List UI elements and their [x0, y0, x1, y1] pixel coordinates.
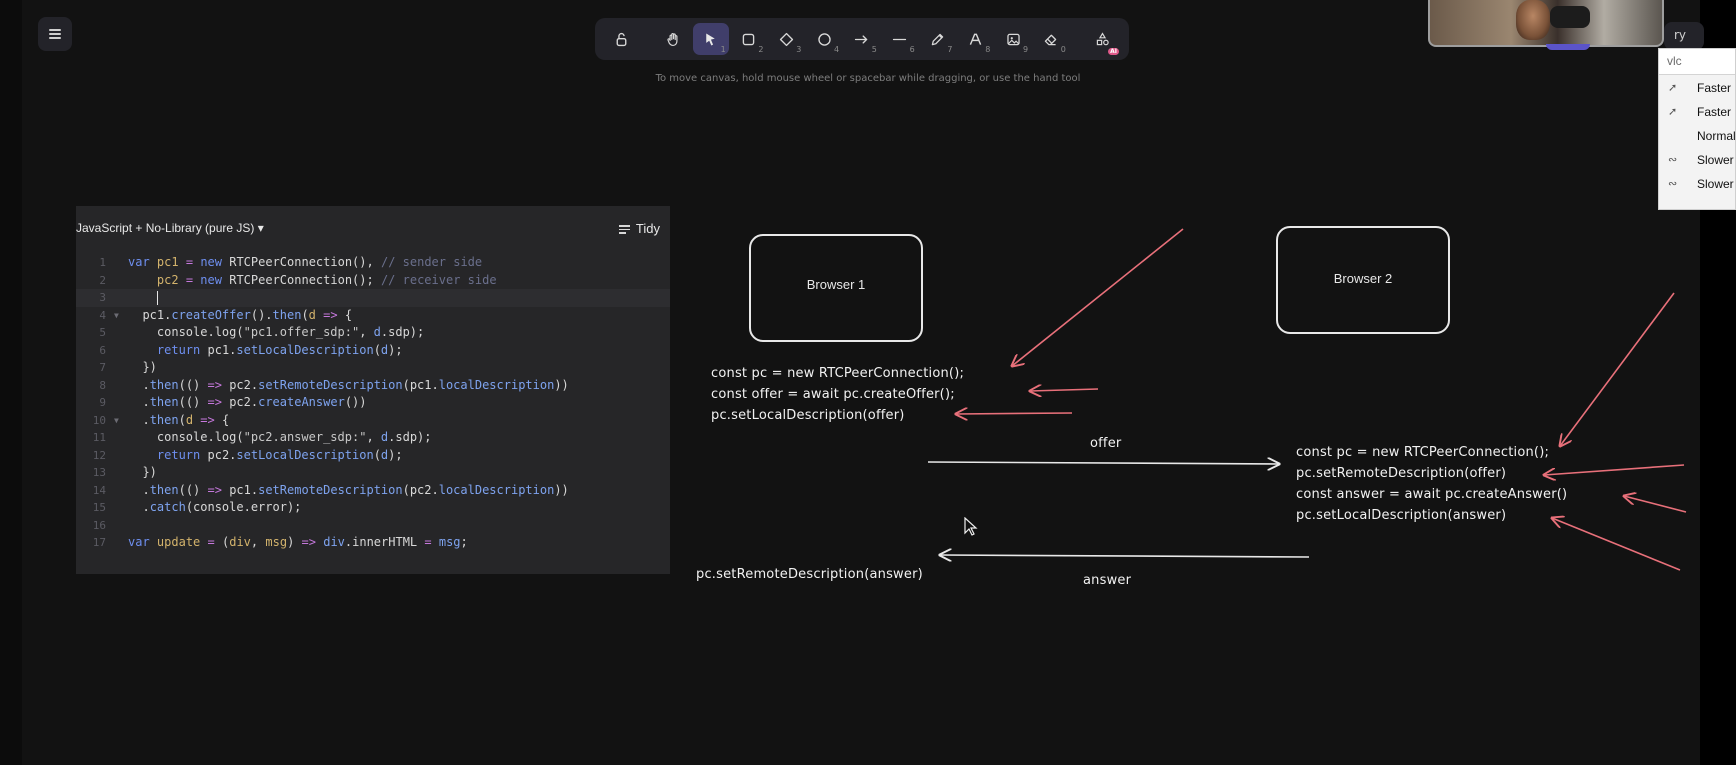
answer-label[interactable]: answer: [1083, 573, 1131, 588]
editor-header: JavaScript + No-Library (pure JS) ▾ Tidy: [76, 206, 670, 250]
offer-code-line[interactable]: pc.setLocalDescription(offer): [711, 408, 905, 423]
arrow-icon: [855, 34, 869, 44]
code-line: 6 return pc1.setLocalDescription(d);: [99, 342, 403, 357]
text-icon: [969, 33, 982, 45]
rectangle-tool-button[interactable]: 2: [731, 23, 767, 55]
menu-item-faster[interactable]: ➚ Faster: [1659, 75, 1735, 99]
line-tool-button[interactable]: 6: [882, 23, 918, 55]
line-icon: [893, 38, 907, 40]
ellipse-tool-button[interactable]: 4: [806, 23, 842, 55]
slower-fine-icon: ∾: [1668, 154, 1678, 166]
annotation-arrow: [1030, 389, 1099, 391]
share-button[interactable]: [1546, 44, 1590, 50]
tools-toolbar: 1 2 3 4 5 6 7 8 9 0 AI: [595, 18, 1129, 60]
image-tool-button[interactable]: 9: [995, 23, 1031, 55]
lock-tool-button[interactable]: [604, 23, 640, 55]
ai-badge: AI: [1108, 48, 1119, 55]
menu-item-slower[interactable]: ∾ Slower: [1659, 171, 1735, 195]
selection-icon: [706, 33, 716, 45]
slower-icon: ∾: [1668, 178, 1678, 190]
code-lines: 1 var pc1 = new RTCPeerConnection(), // s…: [76, 254, 670, 552]
code-line: 17 var update = (div, msg) => div.innerHT…: [92, 535, 468, 549]
dropdown-caret-icon: ▾: [257, 221, 264, 235]
browser-2-label: Browser 2: [1333, 271, 1393, 286]
code-line: 13 }): [92, 465, 157, 479]
arrow-tool-button[interactable]: 5: [844, 23, 880, 55]
more-tools-button[interactable]: AI: [1084, 23, 1120, 55]
offer-arrow: [927, 462, 1279, 464]
code-line: 9 .then(() => pc2.createAnswer()): [99, 395, 367, 409]
webcam-overlay: [1428, 0, 1664, 47]
menu-item-normal-speed[interactable]: Normal Speed: [1659, 123, 1735, 147]
hand-tool-button[interactable]: [655, 23, 691, 55]
hand-icon: [666, 32, 677, 46]
annotation-arrow: [1544, 464, 1685, 475]
faster-fine-icon: ➚: [1668, 106, 1678, 118]
faster-icon: ➚: [1668, 82, 1678, 94]
rectangle-icon: [742, 33, 755, 45]
fold-arrow-icon: ▼: [114, 310, 119, 320]
fold-arrow-icon: ▼: [114, 415, 119, 425]
offer-label[interactable]: offer: [1090, 436, 1121, 451]
eraser-icon: [1045, 34, 1057, 45]
menu-item-slower-fine[interactable]: ∾Slower (fine): [1659, 147, 1735, 171]
answer-code-line[interactable]: pc.setLocalDescription(answer): [1296, 508, 1506, 523]
vlc-speed-menu: vlc ➚Faster ➚Faster (fine) Normal Speed …: [1658, 48, 1736, 210]
main-menu-button[interactable]: [38, 17, 72, 51]
ellipse-icon: [817, 32, 831, 46]
code-line: 10 ▼ .then(d => {: [76, 412, 670, 430]
answer-code-line[interactable]: pc.setRemoteDescription(offer): [1296, 466, 1506, 481]
code-line: 1 var pc1 = new RTCPeerConnection(), // s…: [99, 255, 483, 269]
tidy-icon: [618, 223, 630, 236]
code-line: 15 .catch(console.error);: [92, 500, 302, 514]
diamond-icon: [779, 32, 794, 46]
menu-item-faster-fine[interactable]: ➚Faster (fine): [1659, 99, 1735, 123]
code-line-current: 3: [76, 289, 670, 307]
code-editor[interactable]: JavaScript + No-Library (pure JS) ▾ Tidy…: [76, 206, 670, 574]
browser-2-box[interactable]: Browser 2: [1276, 226, 1450, 334]
text-tool-button[interactable]: 8: [957, 23, 993, 55]
code-line: 2 pc2 = new RTCPeerConnection(); // rece…: [99, 272, 497, 287]
code-line: 4 ▼ pc1.createOffer().then(d => {: [76, 307, 670, 325]
browser-1-box[interactable]: Browser 1: [749, 234, 923, 342]
pencil-icon: [931, 33, 944, 45]
language-selector[interactable]: JavaScript + No-Library (pure JS) ▾: [76, 221, 264, 235]
left-frame: [0, 0, 22, 765]
more-tools-icon: [1096, 31, 1109, 45]
code-line: 12 return pc2.setLocalDescription(d);: [92, 447, 403, 462]
library-button[interactable]: ry: [1664, 22, 1704, 50]
vlc-search-field[interactable]: vlc: [1659, 49, 1735, 75]
pencil-tool-button[interactable]: 7: [920, 23, 956, 55]
answer-arrow: [940, 555, 1310, 557]
microphone-image: [1550, 6, 1590, 28]
annotation-arrow: [1624, 496, 1687, 513]
selection-tool-button[interactable]: 1: [692, 23, 729, 55]
code-line: 16: [92, 518, 106, 532]
remote-answer-line[interactable]: pc.setRemoteDescription(answer): [696, 567, 923, 582]
code-line: 7 }): [99, 360, 157, 374]
mouse-cursor-icon: [964, 517, 978, 536]
eraser-tool-button[interactable]: 0: [1033, 23, 1069, 55]
image-icon: [1007, 33, 1020, 45]
canvas-hint: To move canvas, hold mouse wheel or spac…: [655, 73, 1081, 84]
tidy-button[interactable]: Tidy: [618, 221, 660, 236]
code-line: 5 console.log("pc1.offer_sdp:", d.sdp);: [99, 325, 425, 339]
annotation-arrow: [1552, 518, 1681, 571]
code-line: 14 .then(() => pc1.setRemoteDescription(…: [92, 482, 569, 497]
annotation-arrow: [956, 413, 1073, 414]
offer-code-line[interactable]: const pc = new RTCPeerConnection();: [711, 366, 964, 381]
annotation-arrow: [1012, 228, 1184, 366]
text-caret: [156, 290, 158, 305]
lock-icon: [616, 32, 627, 46]
code-line: 8 .then(() => pc2.setRemoteDescription(p…: [99, 377, 569, 392]
hamburger-icon: [49, 29, 61, 31]
answer-code-line[interactable]: const answer = await pc.createAnswer(): [1296, 487, 1567, 502]
browser-1-label: Browser 1: [806, 277, 866, 292]
answer-code-line[interactable]: const pc = new RTCPeerConnection();: [1296, 445, 1549, 460]
diamond-tool-button[interactable]: 3: [769, 23, 805, 55]
code-line: 11 console.log("pc2.answer_sdp:", d.sdp)…: [92, 430, 432, 444]
annotation-arrow: [1560, 292, 1675, 446]
offer-code-line[interactable]: const offer = await pc.createOffer();: [711, 387, 955, 402]
